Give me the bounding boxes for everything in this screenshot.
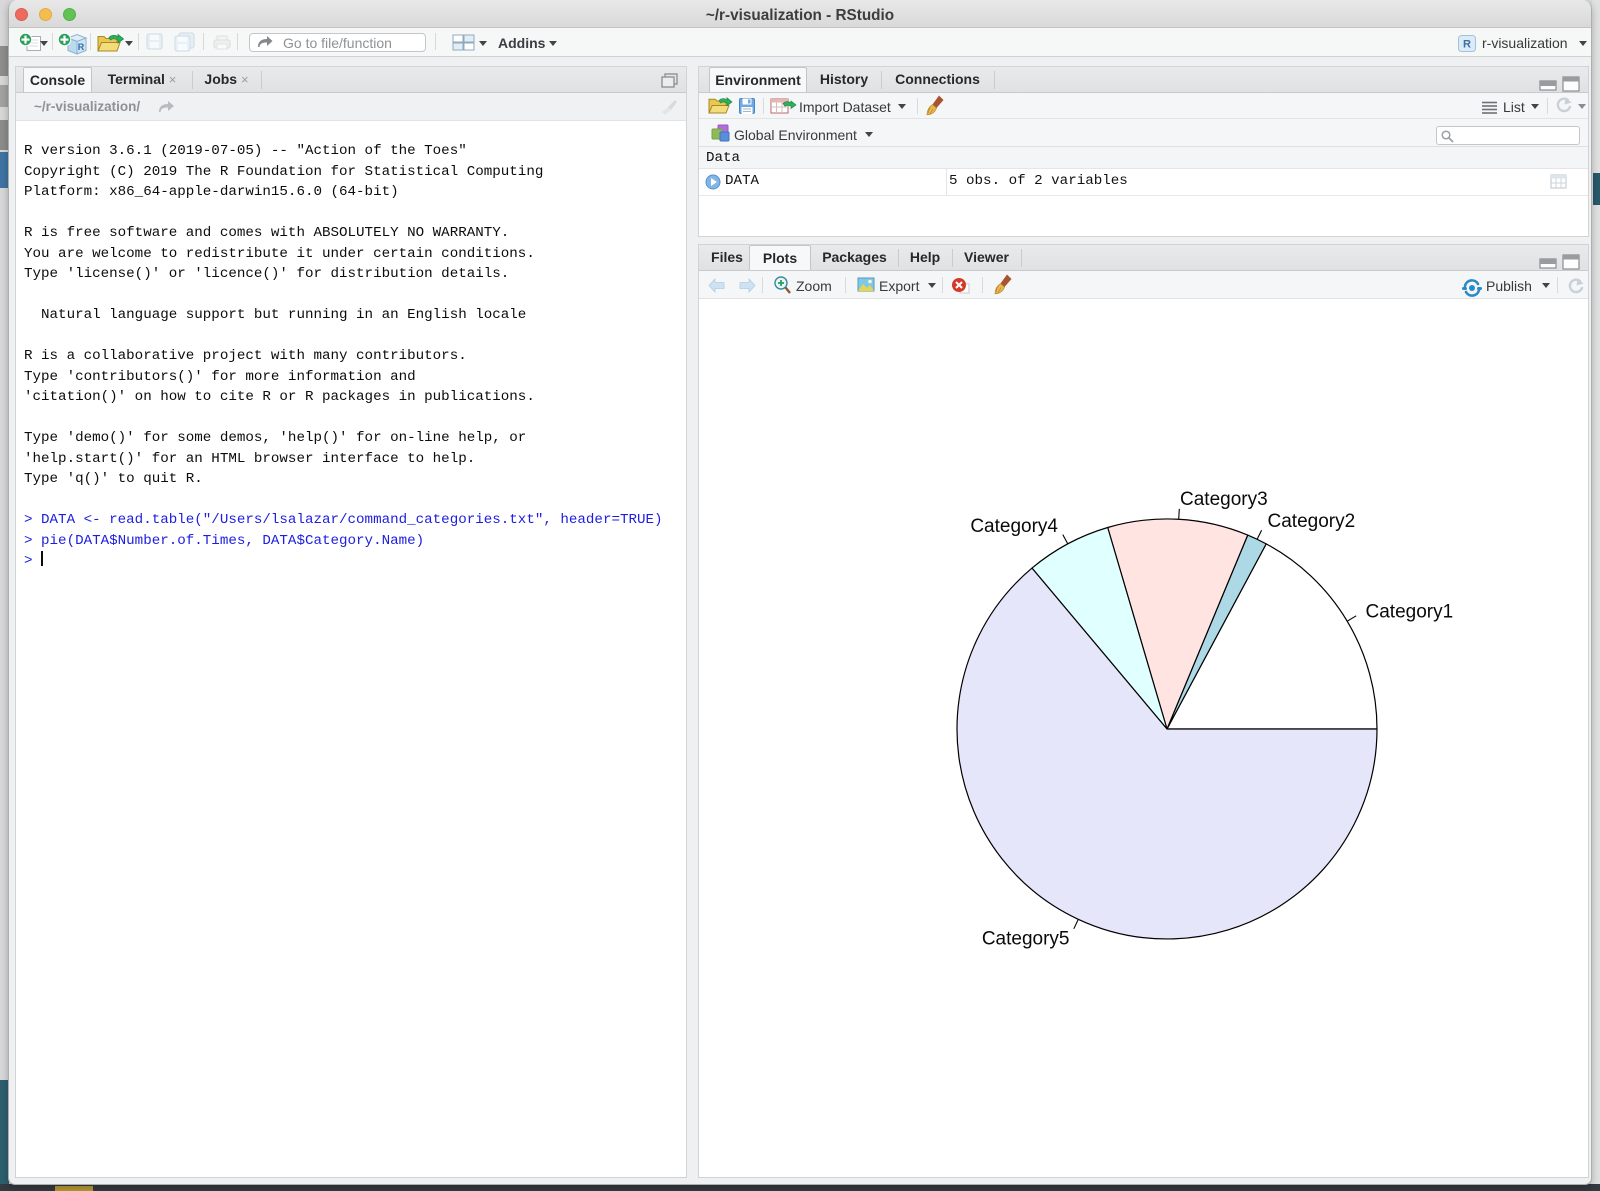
svg-text:R: R [1463,39,1471,51]
svg-text:R: R [78,42,85,52]
svg-text:Category4: Category4 [970,516,1058,537]
svg-text:Category1: Category1 [1366,601,1454,622]
svg-text:Category3: Category3 [1180,489,1268,510]
svg-text:Category2: Category2 [1268,511,1356,532]
svg-text:Category5: Category5 [982,929,1070,950]
